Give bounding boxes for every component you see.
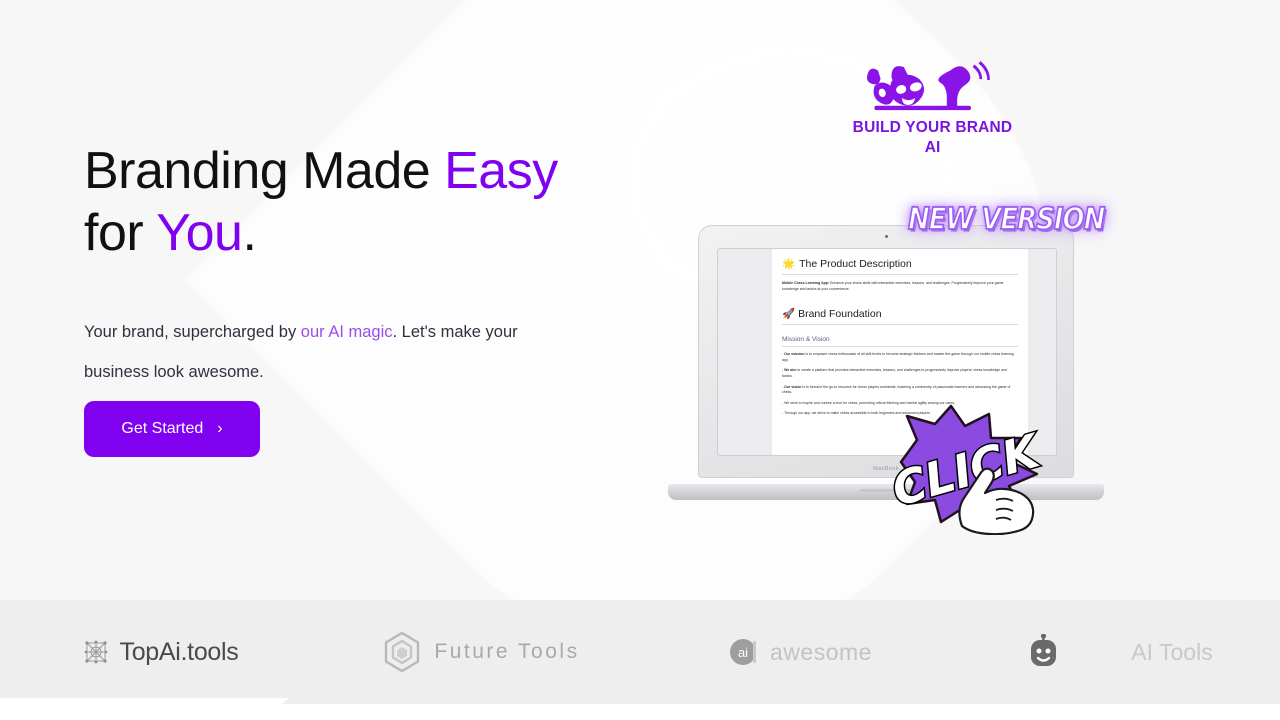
partner-logo-band: TopAi.tools Future Tools ai awesome AI T… [0, 600, 1280, 704]
headline-accent-easy: Easy [444, 142, 558, 200]
document-bullet: - We aim to create a platform that provi… [782, 368, 1007, 378]
bullet-bold: Our mission [784, 352, 805, 357]
headline-text-1: Branding Made [84, 142, 445, 200]
robot-head-icon [1031, 634, 1057, 666]
subtitle-text-1: Your brand, supercharged by [84, 323, 301, 341]
document-bullet: - Our mission is to empower chess enthus… [782, 352, 1014, 362]
document-section-title-text: Brand Foundation [798, 307, 882, 320]
document-intro: Mobile Chess Learning App: Enhance your … [782, 281, 1018, 292]
document-section-title: 🚀 Brand Foundation [782, 307, 1018, 326]
bullet-text: is to become the go-to resource for ches… [782, 384, 1011, 395]
partner-logo-ai-tools[interactable]: AI Tools [960, 634, 1280, 670]
bullet-text: to create a platform that provides inter… [782, 368, 1007, 378]
partner-label: awesome [770, 638, 872, 665]
svg-text:ai: ai [738, 645, 748, 660]
partner-label: TopAi.tools [119, 637, 239, 666]
landing-page: Branding Made Easy for You. Your brand, s… [0, 0, 1280, 720]
brand-name: BUILD YOUR BRAND [852, 119, 1013, 136]
future-tools-hex-icon [385, 631, 420, 673]
sparkle-icon: 🌟 [782, 258, 796, 270]
topai-node-icon [84, 640, 107, 664]
headline-accent-you: You [156, 204, 243, 262]
ai-circle-icon: ai [730, 639, 757, 665]
get-started-label: Get Started [121, 420, 204, 437]
hero-section: Branding Made Easy for You. Your brand, s… [84, 140, 644, 392]
get-started-button[interactable]: Get Started › [84, 401, 260, 457]
new-version-badge: NEW VERSION [907, 202, 1106, 238]
pointer-hand-icon [958, 467, 1035, 535]
partner-logo-ai-awesome[interactable]: ai awesome [640, 636, 960, 668]
page-title: Branding Made Easy for You. [84, 140, 644, 264]
webcam-icon [884, 235, 888, 238]
partner-logo-topai[interactable]: TopAi.tools [0, 638, 320, 667]
document-bullet: - Our vision is to become the go-to reso… [782, 384, 1011, 395]
partner-label: Future Tools [434, 640, 580, 663]
partner-logo-future-tools[interactable]: Future Tools [320, 630, 640, 674]
panda-logo-icon [867, 61, 991, 111]
hero-subtitle: Your brand, supercharged by our AI magic… [84, 312, 564, 392]
document-title: 🌟 The Product Description [782, 257, 1018, 275]
partner-label: AI Tools [1131, 638, 1213, 665]
footer-angled-notch [0, 698, 290, 706]
brand-subname: AI [924, 139, 941, 156]
document-subsection-title: Mission & Vision [782, 336, 1018, 348]
brand-logo[interactable]: BUILD YOUR BRAND AI [850, 55, 1015, 157]
chevron-right-icon: › [217, 420, 223, 437]
bullet-bold: We aim [784, 368, 797, 373]
bullet-text: is to empower chess enthusiasts of all s… [782, 352, 1014, 362]
bullet-bold: Our vision [784, 384, 802, 389]
headline-text-2: for [84, 204, 157, 262]
footer-white-strip [0, 704, 1280, 720]
ai-magic-link[interactable]: our AI magic [301, 323, 393, 341]
headline-period: . [242, 204, 257, 262]
rocket-icon: 🚀 [782, 308, 796, 321]
document-intro-bold: Mobile Chess Learning App: [782, 281, 830, 285]
document-title-text: The Product Description [799, 257, 912, 270]
